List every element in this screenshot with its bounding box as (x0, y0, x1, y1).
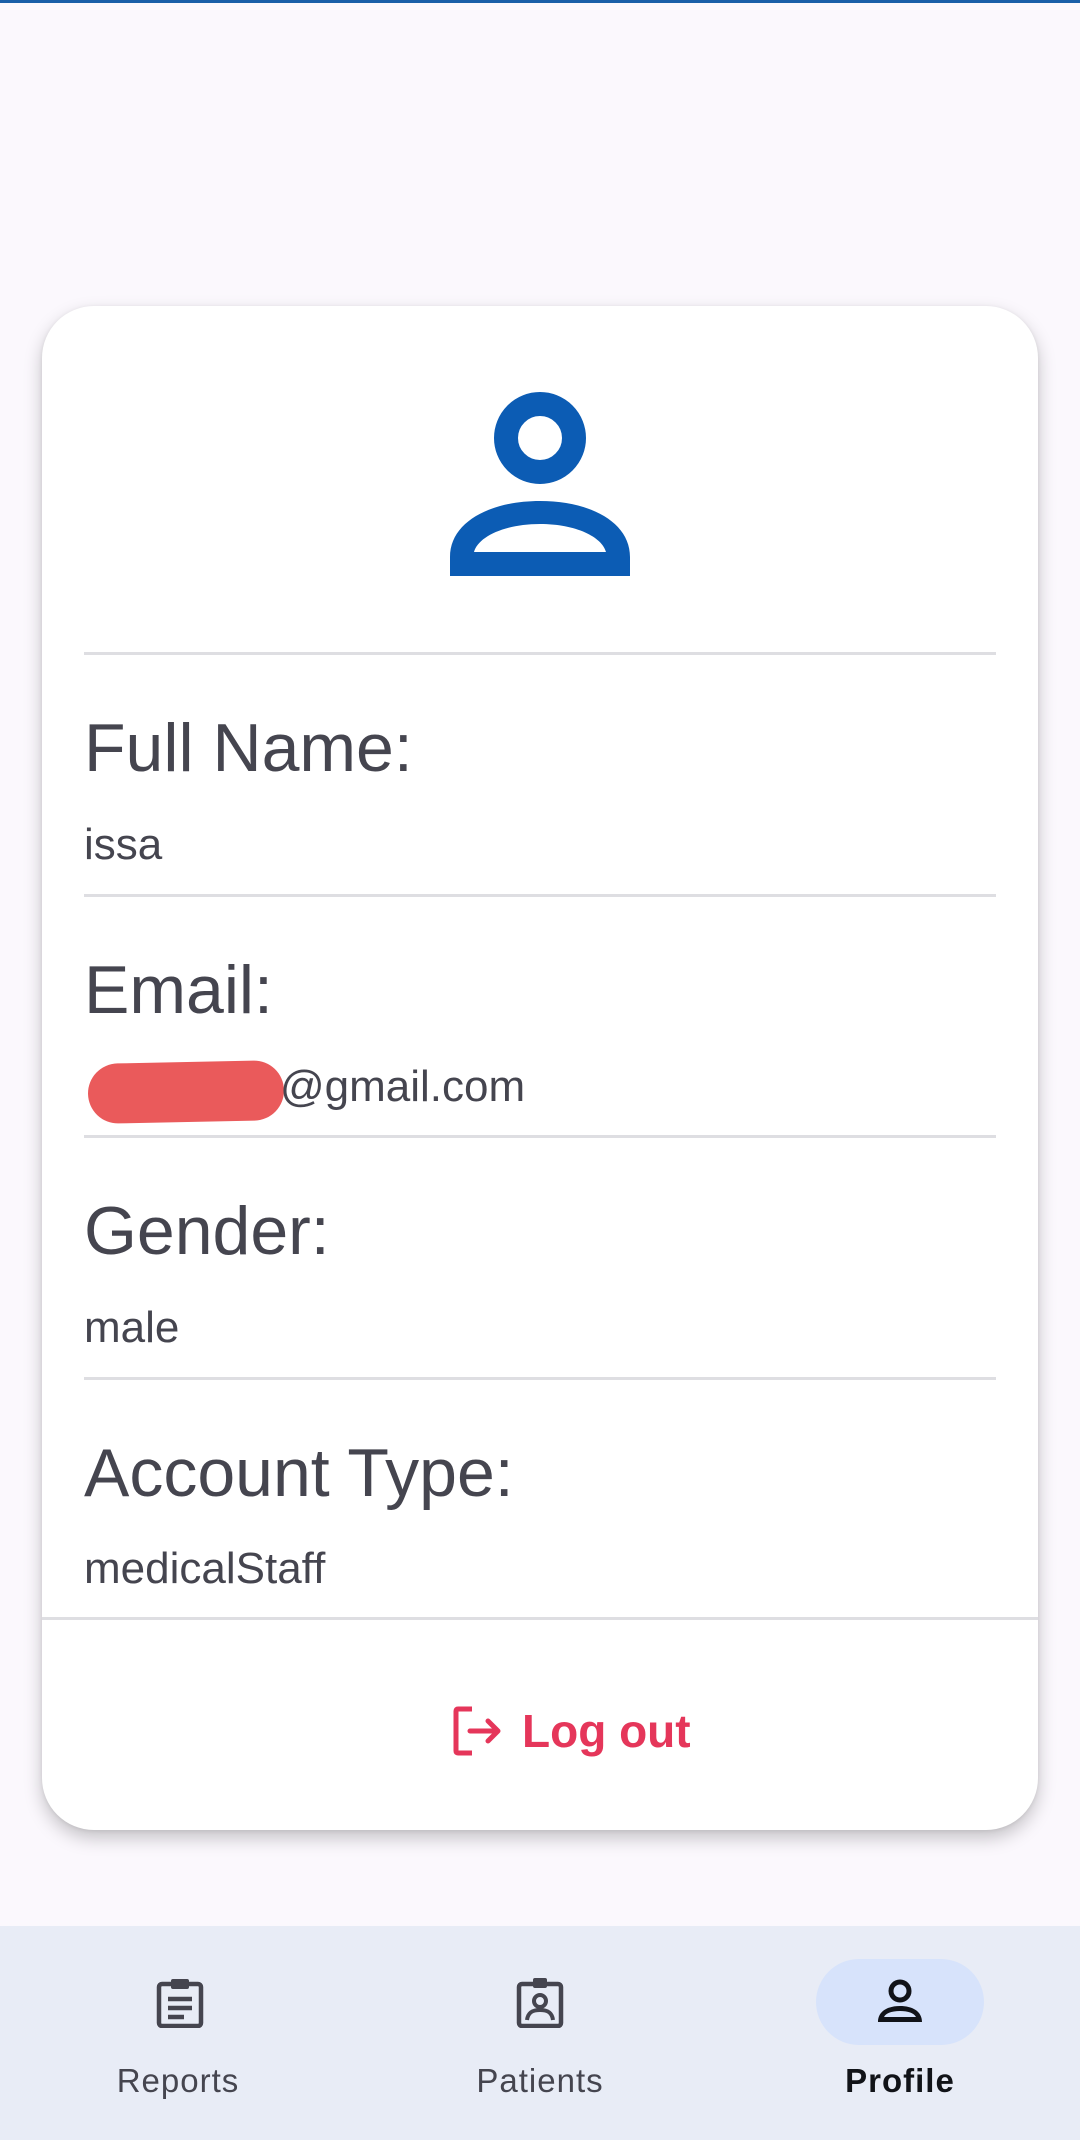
divider (84, 1135, 996, 1138)
nav-label-reports: Reports (116, 2062, 240, 2099)
divider (84, 894, 996, 897)
person-icon (450, 392, 630, 576)
nav-label-patients: Patients (476, 2062, 604, 2099)
full-name-value: issa (84, 820, 163, 869)
badge-icon (516, 1978, 564, 2028)
account-type-label: Account Type: (84, 1435, 514, 1511)
top-accent-line (0, 0, 1080, 3)
divider (84, 1377, 996, 1380)
nav-item-reports[interactable]: Reports (0, 1926, 360, 2140)
email-label: Email: (84, 952, 273, 1028)
email-value: @gmail.com (280, 1062, 526, 1111)
nav-item-patients[interactable]: Patients (360, 1926, 720, 2140)
nav-label-profile: Profile (845, 2062, 955, 2099)
gender-value: male (84, 1303, 180, 1352)
email-redaction-mark (87, 1059, 285, 1125)
gender-label: Gender: (84, 1193, 330, 1269)
nav-item-profile[interactable]: Profile (720, 1926, 1080, 2140)
logout-button[interactable]: Log out (452, 1696, 691, 1766)
bottom-navigation: Reports Patients Profile (0, 1926, 1080, 2140)
divider (84, 652, 996, 655)
logout-icon (453, 1706, 501, 1756)
person-icon (878, 1979, 922, 2022)
card-footer-divider (42, 1617, 1038, 1620)
full-name-label: Full Name: (84, 710, 413, 786)
clipboard-icon (156, 1979, 204, 2028)
account-type-value: medicalStaff (84, 1544, 326, 1593)
logout-label: Log out (522, 1705, 691, 1757)
profile-card: Full Name: issa Email: @gmail.com Gender… (42, 306, 1038, 1830)
